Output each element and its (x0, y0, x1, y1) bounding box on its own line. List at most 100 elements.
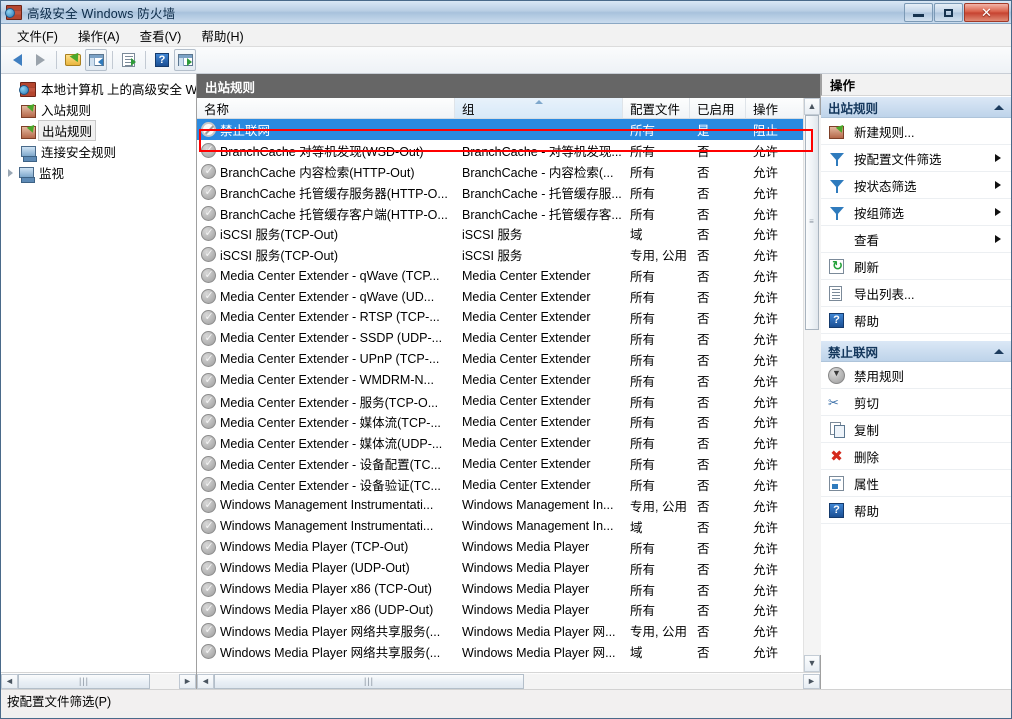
table-row[interactable]: BranchCache 内容检索(HTTP-Out)BranchCache - … (197, 161, 803, 182)
table-row[interactable]: Windows Media Player (UDP-Out)Windows Me… (197, 558, 803, 579)
cell-rule-action: 允许 (746, 517, 800, 536)
tree-item-local-computer[interactable]: 本地计算机 上的高级安全 Win (1, 78, 196, 99)
table-row[interactable]: Windows Media Player x86 (UDP-Out)Window… (197, 599, 803, 620)
scroll-right-arrow-icon[interactable]: ► (179, 674, 196, 689)
table-row[interactable]: Media Center Extender - 媒体流(TCP-...Media… (197, 411, 803, 432)
help-button[interactable]: ? (151, 49, 173, 71)
scroll-up-arrow-icon[interactable]: ▲ (804, 98, 820, 115)
action-item-禁用规则[interactable]: 禁用规则 (821, 362, 1011, 389)
close-button[interactable]: ✕ (964, 3, 1009, 22)
action-item-导出列表[interactable]: 导出列表... (821, 280, 1011, 307)
menu-action[interactable]: 操作(A) (68, 23, 130, 48)
table-row[interactable]: Windows Media Player 网络共享服务(...Windows M… (197, 641, 803, 662)
table-row[interactable]: BranchCache 托管缓存客户端(HTTP-O...BranchCache… (197, 203, 803, 224)
submenu-arrow-icon[interactable] (995, 181, 1001, 189)
action-item-复制[interactable]: 复制 (821, 416, 1011, 443)
outbound-rules-icon (20, 123, 36, 139)
table-row[interactable]: iSCSI 服务(TCP-Out)iSCSI 服务专用, 公用否允许 (197, 244, 803, 265)
scroll-track[interactable]: ||| (214, 674, 803, 689)
rule-name-text: Media Center Extender - qWave (UD... (220, 290, 434, 304)
submenu-arrow-icon[interactable] (995, 235, 1001, 243)
action-item-刷新[interactable]: 刷新 (821, 253, 1011, 280)
action-item-删除[interactable]: ✖删除 (821, 443, 1011, 470)
action-item-属性[interactable]: 属性 (821, 470, 1011, 497)
cell-rule-enabled: 否 (690, 412, 746, 431)
cell-rule-group: BranchCache - 托管缓存服... (455, 183, 623, 202)
table-row[interactable]: iSCSI 服务(TCP-Out)iSCSI 服务域否允许 (197, 223, 803, 244)
scroll-thumb[interactable]: ||| (214, 674, 524, 689)
submenu-arrow-icon[interactable] (995, 208, 1001, 216)
table-row[interactable]: Windows Management Instrumentati...Windo… (197, 516, 803, 537)
chevron-up-icon[interactable] (994, 349, 1004, 354)
column-header-name[interactable]: 名称 (197, 98, 455, 118)
tree-horizontal-scrollbar[interactable]: ◄ ||| ► (1, 672, 196, 689)
toolbar-separator (56, 51, 57, 69)
forward-button[interactable] (29, 49, 51, 71)
table-row[interactable]: Media Center Extender - qWave (UD...Medi… (197, 286, 803, 307)
show-hide-tree-button[interactable] (85, 49, 107, 71)
actions-group-header[interactable]: 出站规则 (821, 96, 1011, 118)
column-header-action[interactable]: 操作 (746, 98, 800, 118)
table-row[interactable]: Windows Management Instrumentati...Windo… (197, 495, 803, 516)
chevron-up-icon[interactable] (994, 105, 1004, 110)
action-item-按组筛选[interactable]: 按组筛选 (821, 199, 1011, 226)
cell-rule-profile: 域 (623, 517, 690, 536)
back-button[interactable] (6, 49, 28, 71)
scroll-left-arrow-icon[interactable]: ◄ (197, 674, 214, 689)
scroll-track[interactable]: ≡ (804, 115, 821, 655)
table-row[interactable]: Media Center Extender - SSDP (UDP-...Med… (197, 328, 803, 349)
scroll-down-arrow-icon[interactable]: ▼ (804, 655, 820, 672)
action-item-新建规则[interactable]: 新建规则... (821, 118, 1011, 145)
action-item-剪切[interactable]: ✂剪切 (821, 389, 1011, 416)
action-item-帮助[interactable]: ?帮助 (821, 497, 1011, 524)
scroll-thumb[interactable]: ≡ (805, 115, 819, 330)
cell-rule-action: 允许 (746, 183, 800, 202)
table-row[interactable]: Windows Media Player 网络共享服务(...Windows M… (197, 620, 803, 641)
action-item-按状态筛选[interactable]: 按状态筛选 (821, 172, 1011, 199)
table-row[interactable]: 禁止联网所有是阻止 (197, 119, 803, 140)
scroll-thumb[interactable]: ||| (18, 674, 150, 689)
maximize-button[interactable] (934, 3, 963, 22)
action-item-查看[interactable]: 查看 (821, 226, 1011, 253)
action-item-label: 复制 (854, 420, 1004, 439)
table-row[interactable]: Media Center Extender - WMDRM-N...Media … (197, 370, 803, 391)
column-header-group[interactable]: 组 (455, 98, 623, 118)
table-row[interactable]: Media Center Extender - 服务(TCP-O...Media… (197, 391, 803, 412)
table-row[interactable]: Media Center Extender - qWave (TCP...Med… (197, 265, 803, 286)
submenu-arrow-icon[interactable] (995, 154, 1001, 162)
table-row[interactable]: Media Center Extender - 设备配置(TC...Media … (197, 453, 803, 474)
table-row[interactable]: Windows Media Player (TCP-Out)Windows Me… (197, 537, 803, 558)
allow-rule-icon (201, 602, 216, 617)
firewall-shield-icon (20, 81, 36, 97)
rules-vertical-scrollbar[interactable]: ▲ ≡ ▼ (803, 98, 820, 672)
column-header-profile[interactable]: 配置文件 (623, 98, 690, 118)
show-hide-action-pane-button[interactable] (174, 49, 196, 71)
action-item-按配置文件筛选[interactable]: 按配置文件筛选 (821, 145, 1011, 172)
sidebar-item-outbound-rules[interactable]: 出站规则 (1, 120, 196, 141)
sidebar-item-connection-security-rules[interactable]: 连接安全规则 (1, 141, 196, 162)
scroll-right-arrow-icon[interactable]: ► (803, 674, 820, 689)
scroll-track[interactable]: ||| (18, 674, 179, 689)
action-item-帮助[interactable]: ?帮助 (821, 307, 1011, 334)
table-row[interactable]: BranchCache 托管缓存服务器(HTTP-O...BranchCache… (197, 182, 803, 203)
up-folder-button[interactable] (62, 49, 84, 71)
menu-view[interactable]: 查看(V) (130, 23, 192, 48)
cell-rule-action: 阻止 (746, 120, 800, 139)
rules-horizontal-scrollbar[interactable]: ◄ ||| ► (197, 672, 820, 689)
table-row[interactable]: Media Center Extender - 媒体流(UDP-...Media… (197, 432, 803, 453)
table-row[interactable]: Windows Media Player x86 (TCP-Out)Window… (197, 579, 803, 600)
sidebar-item-inbound-rules[interactable]: 入站规则 (1, 99, 196, 120)
sidebar-item-monitoring[interactable]: 监视 (1, 162, 196, 183)
column-header-enabled[interactable]: 已启用 (690, 98, 746, 118)
menu-file[interactable]: 文件(F) (7, 23, 68, 48)
table-row[interactable]: Media Center Extender - UPnP (TCP-...Med… (197, 349, 803, 370)
scroll-left-arrow-icon[interactable]: ◄ (1, 674, 18, 689)
table-row[interactable]: Media Center Extender - 设备验证(TC...Media … (197, 474, 803, 495)
expand-twisty-icon[interactable] (5, 166, 18, 179)
table-row[interactable]: Media Center Extender - RTSP (TCP-...Med… (197, 307, 803, 328)
minimize-button[interactable] (904, 3, 933, 22)
table-row[interactable]: BranchCache 对等机发现(WSD-Out)BranchCache - … (197, 140, 803, 161)
export-list-button[interactable] (118, 49, 140, 71)
actions-group-header[interactable]: 禁止联网 (821, 340, 1011, 362)
menu-help[interactable]: 帮助(H) (191, 23, 253, 48)
